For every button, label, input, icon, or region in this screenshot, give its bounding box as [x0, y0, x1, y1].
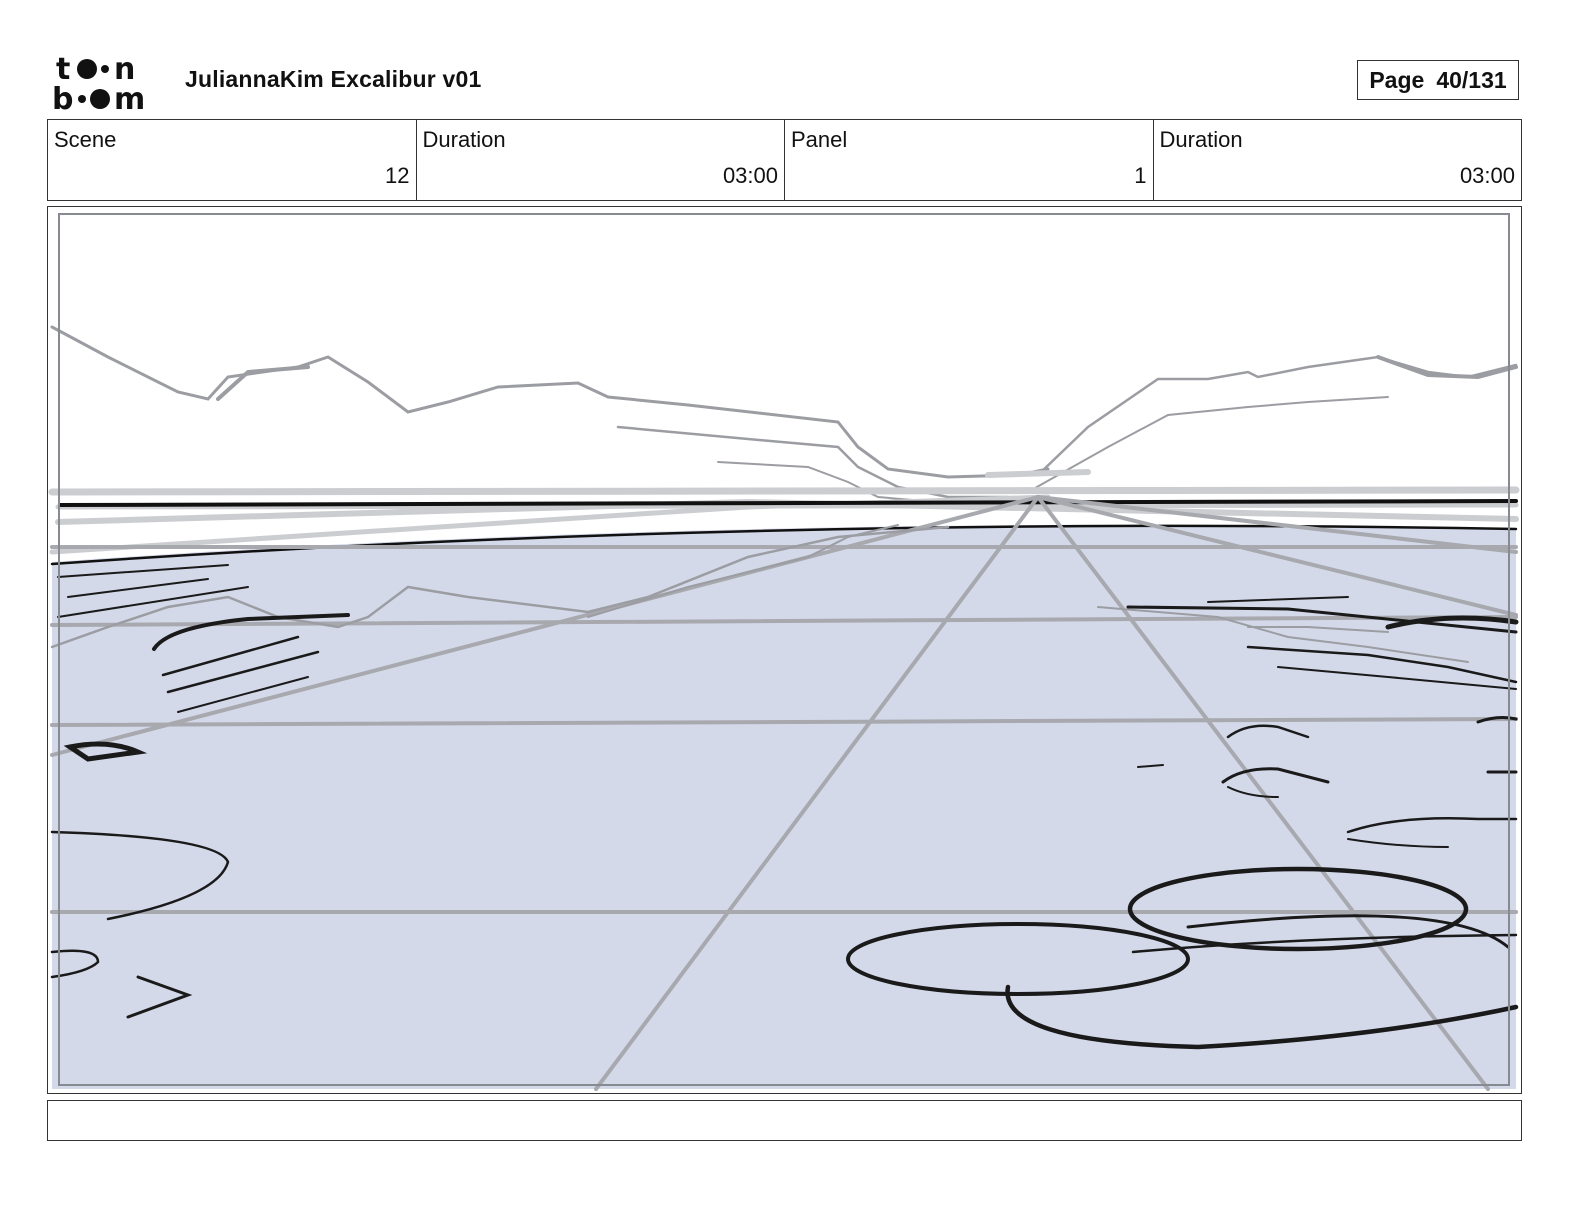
- storyboard-sketch: [48, 213, 1520, 1091]
- panel-label: Panel: [791, 127, 848, 152]
- toon-boom-logo: t n b m: [52, 52, 145, 112]
- scene-duration-value: 03:00: [722, 163, 778, 188]
- scene-duration-label: Duration: [422, 127, 506, 152]
- panel-duration-cell: Duration 03:00: [1154, 120, 1522, 200]
- scene-label: Scene: [54, 127, 117, 152]
- document-title: JuliannaKim Excalibur v01: [185, 66, 482, 92]
- scene-number: 12: [385, 163, 410, 188]
- panel-number: 1: [1134, 163, 1147, 188]
- panel-duration-value: 03:00: [1459, 163, 1515, 188]
- panel-info-row: Scene 12 Duration 03:00 Panel 1 Duration…: [47, 119, 1522, 201]
- svg-text:m: m: [114, 82, 145, 112]
- scene-cell: Scene 12: [48, 120, 417, 200]
- storyboard-panel: [47, 206, 1522, 1094]
- mountain-sketch-lines: [50, 325, 1518, 504]
- page-number: 40/131: [1436, 66, 1507, 93]
- page-indicator: Page 40/131: [1357, 60, 1519, 100]
- page-label: Page: [1369, 66, 1425, 93]
- svg-text:b: b: [52, 82, 73, 112]
- panel-cell: Panel 1: [785, 120, 1154, 200]
- panel-duration-label: Duration: [1159, 127, 1243, 152]
- scene-duration-cell: Duration 03:00: [417, 120, 785, 200]
- panel-notes-box: [47, 1100, 1522, 1141]
